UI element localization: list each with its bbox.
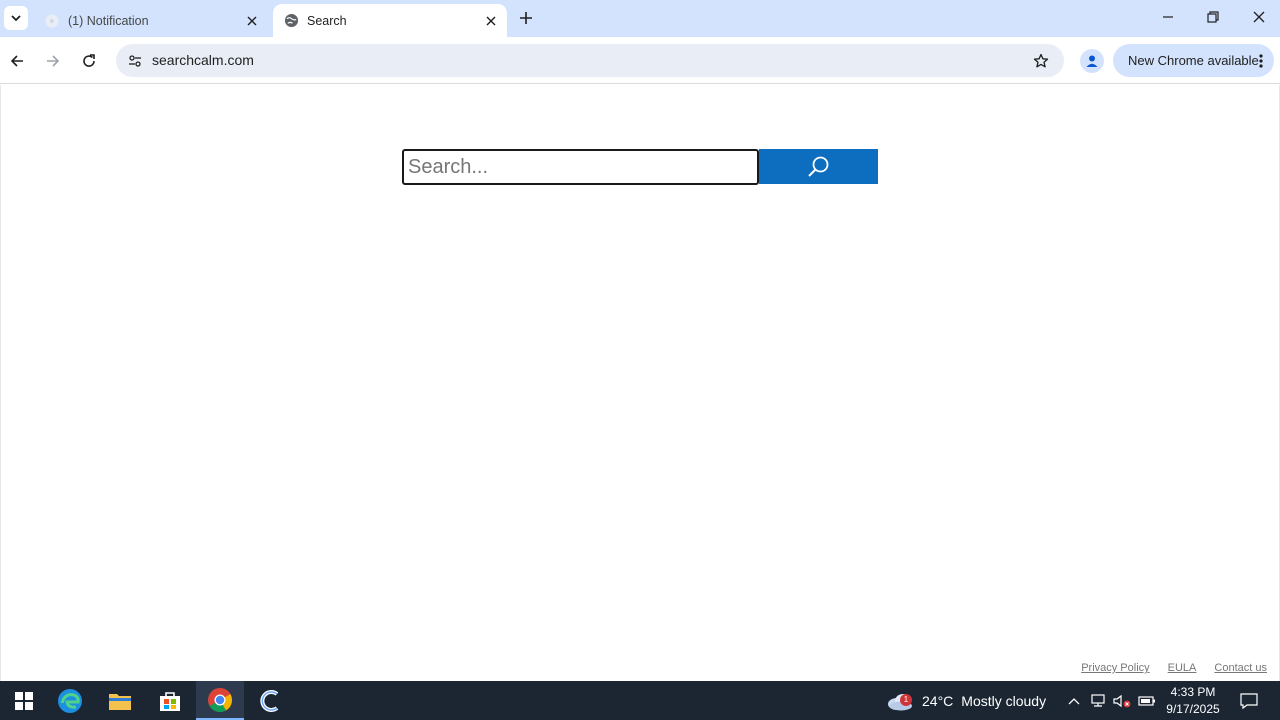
tab-title: Search xyxy=(307,13,347,28)
browser-toolbar: searchcalm.com New Chrome available xyxy=(0,37,1280,84)
notification-icon xyxy=(1240,693,1258,710)
start-button[interactable] xyxy=(0,681,48,720)
play-icon xyxy=(44,13,60,29)
store-icon xyxy=(160,691,180,711)
system-clock[interactable]: 4:33 PM 9/17/2025 xyxy=(1158,684,1228,718)
weather-alert-badge: 1 xyxy=(900,693,912,706)
update-label: New Chrome available xyxy=(1128,53,1259,68)
file-explorer-icon xyxy=(109,693,131,710)
c-app-icon xyxy=(260,689,279,712)
search-input[interactable] xyxy=(402,149,759,185)
privacy-policy-link[interactable]: Privacy Policy xyxy=(1081,662,1149,674)
restore-button[interactable] xyxy=(1190,0,1236,34)
chevron-up-icon xyxy=(1068,698,1080,705)
network-tray-icon[interactable] xyxy=(1088,691,1108,711)
close-tab-icon[interactable] xyxy=(242,11,262,31)
battery-tray-icon[interactable] xyxy=(1137,691,1157,711)
close-tab-icon[interactable] xyxy=(481,11,501,31)
reload-icon xyxy=(83,54,95,67)
forward-button[interactable] xyxy=(39,47,67,75)
weather-description: Mostly cloudy xyxy=(961,692,1047,709)
tab-search-button[interactable] xyxy=(4,6,28,30)
tab-notification[interactable]: (1) Notification xyxy=(34,4,268,37)
arrow-left-icon xyxy=(10,55,23,67)
bookmark-star-icon[interactable] xyxy=(1030,50,1052,72)
windows-start-icon xyxy=(15,691,33,710)
close-icon xyxy=(1253,11,1265,23)
tab-search[interactable]: Search xyxy=(273,4,507,37)
more-menu-icon[interactable] xyxy=(1256,52,1266,70)
taskbar: 1 24°C Mostly cloudy 4:33 PM 9/17/2025 xyxy=(0,681,1280,720)
url-text: searchcalm.com xyxy=(152,52,254,68)
close-window-button[interactable] xyxy=(1236,0,1280,34)
globe-icon xyxy=(283,13,299,29)
restore-icon xyxy=(1207,11,1219,23)
person-icon xyxy=(1086,55,1098,67)
show-hidden-icons[interactable] xyxy=(1064,691,1084,711)
contact-us-link[interactable]: Contact us xyxy=(1214,662,1267,674)
taskbar-c-app[interactable] xyxy=(246,681,294,720)
edge-icon xyxy=(58,688,82,713)
eula-link[interactable]: EULA xyxy=(1168,662,1197,674)
footer-links: Privacy Policy EULA Contact us xyxy=(1081,662,1267,674)
taskbar-file-explorer[interactable] xyxy=(96,681,144,720)
profile-button[interactable] xyxy=(1080,49,1104,73)
new-tab-button[interactable] xyxy=(515,7,537,29)
site-settings-icon[interactable] xyxy=(122,48,147,73)
notification-center-button[interactable] xyxy=(1238,690,1260,712)
clock-time: 4:33 PM xyxy=(1170,685,1216,699)
volume-tray-icon[interactable] xyxy=(1112,691,1132,711)
page-content: Privacy Policy EULA Contact us xyxy=(0,85,1280,681)
arrow-right-icon xyxy=(47,55,60,67)
network-icon xyxy=(1091,694,1105,707)
taskbar-edge[interactable] xyxy=(46,681,94,720)
search-button[interactable] xyxy=(759,149,878,184)
taskbar-store[interactable] xyxy=(146,681,194,720)
chevron-down-icon xyxy=(11,15,21,22)
volume-muted-icon xyxy=(1113,694,1131,708)
clock-date: 9/17/2025 xyxy=(1166,702,1220,716)
tab-title: (1) Notification xyxy=(68,13,149,28)
battery-icon xyxy=(1138,696,1155,706)
minimize-button[interactable] xyxy=(1145,0,1191,34)
plus-icon xyxy=(520,12,532,24)
search-icon xyxy=(807,156,828,177)
weather-widget[interactable]: 1 24°C Mostly cloudy xyxy=(886,681,1046,720)
tab-strip: (1) Notification Search xyxy=(0,0,1280,37)
taskbar-chrome[interactable] xyxy=(196,681,244,720)
reload-button[interactable] xyxy=(75,47,103,75)
chrome-icon xyxy=(208,687,232,712)
minimize-icon xyxy=(1163,16,1173,18)
address-bar[interactable]: searchcalm.com xyxy=(116,44,1064,77)
cloudy-weather-icon: 1 xyxy=(886,687,914,715)
back-button[interactable] xyxy=(3,47,31,75)
weather-temperature: 24°C xyxy=(922,692,954,709)
new-chrome-available-button[interactable]: New Chrome available xyxy=(1113,44,1274,77)
